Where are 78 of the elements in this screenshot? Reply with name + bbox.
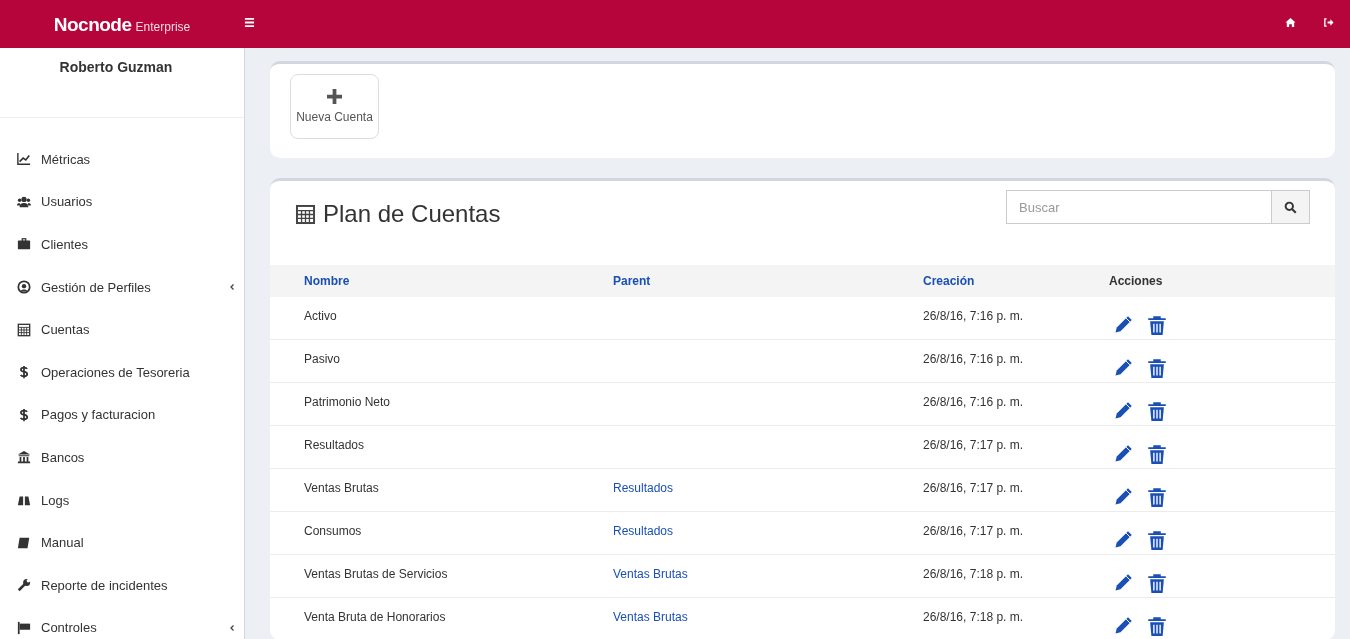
trash-icon: [1147, 443, 1167, 464]
menu-button[interactable]: [244, 16, 255, 28]
trash-icon: [1147, 529, 1167, 550]
flag-icon: [17, 620, 31, 635]
table-cell: Consumos: [270, 511, 613, 555]
pencil-icon: [1113, 572, 1133, 593]
trash-icon: [1147, 314, 1167, 335]
user-name: Roberto Guzman: [58, 59, 174, 75]
pencil-icon: [1113, 357, 1133, 378]
sidebar-item[interactable]: Métricas: [0, 138, 244, 181]
pencil-icon: [1113, 314, 1133, 335]
menu-icon: [244, 16, 255, 28]
table-cell: 26/8/16, 7:16 p. m.: [923, 339, 1109, 383]
table-cell: Resultados: [270, 425, 613, 469]
trash-icon: [1147, 357, 1167, 378]
sidebar-item[interactable]: Usuarios: [0, 180, 244, 224]
new-account-button[interactable]: Nueva Cuenta: [290, 74, 379, 139]
dollar-icon: [17, 365, 31, 380]
column-header-link[interactable]: Parent: [613, 265, 923, 297]
table-cell: Ventas Brutas: [270, 468, 613, 512]
account-link[interactable]: Ventas Brutas: [613, 610, 688, 624]
dollar-icon: [17, 407, 31, 422]
trash-icon: [1147, 572, 1167, 593]
briefcase-icon: [17, 237, 31, 252]
sidebar-item[interactable]: Logs: [0, 478, 244, 522]
search-button[interactable]: [1271, 190, 1310, 224]
table-cell: 26/8/16, 7:18 p. m.: [923, 597, 1109, 639]
pencil-icon: [1113, 443, 1133, 464]
table-cell: 26/8/16, 7:18 p. m.: [923, 554, 1109, 598]
pencil-icon: [1113, 486, 1133, 507]
trash-icon: [1147, 615, 1167, 636]
logout-button[interactable]: [1323, 16, 1334, 28]
table-cell: 26/8/16, 7:17 p. m.: [923, 425, 1109, 469]
brand-logo: Nocnode: [53, 14, 132, 36]
home-button[interactable]: [1285, 16, 1296, 28]
sidebar-item[interactable]: Cuentas: [0, 308, 244, 351]
pencil-icon: [1113, 529, 1133, 550]
sign-out-icon: [1323, 16, 1334, 28]
brand-edition: Enterprise: [135, 20, 191, 34]
account-link[interactable]: Ventas Brutas: [613, 567, 688, 581]
pencil-icon: [1113, 400, 1133, 421]
pencil-icon: [1113, 615, 1133, 636]
calculator-icon: [17, 322, 31, 337]
home-icon: [1285, 16, 1296, 28]
sidebar-item[interactable]: Clientes: [0, 223, 244, 266]
sidebar-item[interactable]: Reporte de incidentes: [0, 563, 244, 607]
sidebar-item[interactable]: Controles: [0, 606, 244, 639]
trash-icon: [1147, 400, 1167, 421]
account-link[interactable]: Resultados: [613, 481, 674, 495]
account-link[interactable]: Resultados: [613, 524, 674, 538]
column-header-link[interactable]: Creación: [923, 265, 1109, 297]
search-icon: [1284, 200, 1297, 214]
plus-icon: [327, 89, 342, 104]
table-cell: Activo: [270, 297, 613, 340]
sidebar-item[interactable]: Operaciones de Tesoreria: [0, 350, 244, 394]
table-cell: 26/8/16, 7:17 p. m.: [923, 468, 1109, 512]
user-circle-icon: [17, 280, 31, 295]
calculator-icon: [295, 203, 316, 225]
table-cell: Venta Bruta de Honorarios: [270, 597, 613, 639]
column-header: Acciones: [1109, 265, 1335, 297]
sidebar-item[interactable]: Gestión de Perfiles: [0, 265, 244, 309]
users-icon: [17, 194, 31, 209]
table-cell: Pasivo: [270, 339, 613, 383]
trash-icon: [1147, 486, 1167, 507]
column-header-link[interactable]: Nombre: [270, 265, 613, 297]
table-cell: 26/8/16, 7:16 p. m.: [923, 297, 1109, 340]
table-cell: Patrimonio Neto: [270, 382, 613, 426]
table-cell: 26/8/16, 7:16 p. m.: [923, 382, 1109, 426]
sidebar-item[interactable]: Manual: [0, 521, 244, 564]
sidebar-item[interactable]: Pagos y facturacion: [0, 393, 244, 437]
panel-title: Plan de Cuentas: [323, 200, 501, 228]
table-cell: 26/8/16, 7:17 p. m.: [923, 511, 1109, 555]
table-cell: Ventas Brutas de Servicios: [270, 554, 613, 598]
sidebar-item[interactable]: Bancos: [0, 436, 244, 479]
bank-icon: [17, 450, 31, 465]
line-chart-icon: [17, 152, 31, 167]
wrench-icon: [17, 578, 31, 593]
search-field[interactable]: Buscar: [1006, 190, 1271, 224]
